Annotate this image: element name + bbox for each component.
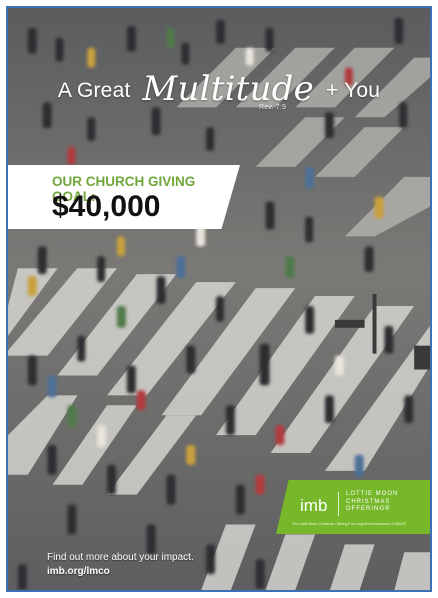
lottie-moon-offering-logo: LOTTIE MOON CHRISTMAS OFFERING® [346,491,399,512]
campaign-title: A Great Multitude Rev. 7:9 + You [8,66,430,111]
title-suffix: + You [325,79,381,102]
title-script-word: Multitude [142,69,314,109]
imb-logo: imb [300,496,328,515]
find-out-more-text: Find out more about your impact. [47,552,194,563]
website-url: imb.org/lmco [47,566,110,577]
offering-poster: A Great Multitude Rev. 7:9 + You OUR CHU… [6,6,432,592]
scripture-reference: Rev. 7:9 [259,104,287,111]
giving-goal-banner: OUR CHURCH GIVING GOAL: $40,000 [8,165,240,229]
imb-lottie-moon-badge: imb LOTTIE MOON CHRISTMAS OFFERING® The … [276,480,430,534]
trademark-note: The Lottie Moon Christmas Offering® is a… [292,522,406,526]
badge-divider [338,492,339,516]
giving-goal-amount: $40,000 [52,190,161,223]
title-prefix: A Great [57,79,131,102]
